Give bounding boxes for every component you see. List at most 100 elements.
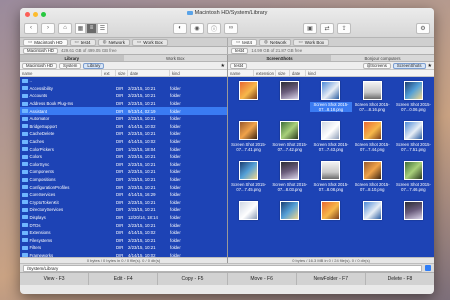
- right-pane-tab-screenshots[interactable]: ScreenShots: [228, 55, 331, 61]
- table-row[interactable]: BridgeSupport DIR 4/14/15, 10:02 folder: [20, 123, 227, 131]
- left-pane-tab-library[interactable]: Library: [20, 55, 124, 61]
- table-row[interactable]: CryptoTokenKit DIR 2/23/15, 10:21 folder: [20, 199, 227, 207]
- right-thumbnail-grid[interactable]: Screen Shot 2015-07...8.18.png Screen Sho…: [228, 77, 434, 257]
- connect-button[interactable]: ⇄: [320, 22, 334, 34]
- table-row[interactable]: ColorPickers DIR 1/22/15, 18:04 folder: [20, 145, 227, 153]
- thumbnail-item[interactable]: [228, 199, 269, 239]
- share-button[interactable]: ⇪: [337, 22, 351, 34]
- thumbnail-item[interactable]: [310, 199, 351, 239]
- thumbnail-item[interactable]: Screen Shot 2015-07...8.18.png: [310, 79, 352, 119]
- forward-button[interactable]: ›: [41, 22, 55, 34]
- col-name[interactable]: name: [20, 70, 102, 76]
- thumbnail-item[interactable]: Screen Shot 2015-07...7.46.png: [393, 159, 434, 199]
- toggle-hidden-button[interactable]: ◐: [173, 22, 187, 34]
- table-row[interactable]: CacheDelete DIR 2/23/15, 10:21 folder: [20, 130, 227, 138]
- column-view-button[interactable]: ☰: [97, 22, 108, 34]
- go-button[interactable]: [425, 265, 431, 271]
- home-button[interactable]: ⌂: [58, 22, 72, 34]
- thumbnail-item[interactable]: Screen Shot 2015-07...8.08.png: [310, 159, 351, 199]
- left-tab-test4[interactable]: ▭ test4: [69, 38, 96, 46]
- col-size[interactable]: size: [276, 70, 290, 76]
- command-line-input[interactable]: /System/Library: [23, 264, 422, 272]
- right-volume-selector[interactable]: test4: [231, 47, 249, 54]
- table-row[interactable]: Filters DIR 2/23/15, 10:21 folder: [20, 244, 227, 252]
- right-tab-work-box[interactable]: ▭ Work Box: [293, 38, 330, 46]
- thumbnail-item[interactable]: Screen Shot 2015-07...7.44.png: [352, 119, 393, 159]
- crumb-system[interactable]: System: [58, 62, 82, 69]
- left-file-list[interactable]: .. Accessibility DIR 2/23/15, 10:21 folder Ac…: [20, 77, 227, 257]
- col-kind[interactable]: kind: [306, 70, 324, 76]
- thumbnail-item[interactable]: Screen Shot 2015-07...7.51.png: [393, 119, 434, 159]
- col-ext[interactable]: ext: [102, 70, 116, 76]
- table-row[interactable]: Extensions DIR 4/14/15, 10:02 folder: [20, 229, 227, 237]
- thumbnail-item[interactable]: [393, 199, 434, 239]
- table-row[interactable]: Accounts DIR 2/23/15, 10:21 folder: [20, 92, 227, 100]
- new-folder-button[interactable]: NewFolder - F7: [297, 273, 366, 285]
- col-date[interactable]: date: [128, 70, 170, 76]
- right-tab-test4[interactable]: ▭ test4: [231, 38, 258, 46]
- thumbnail-item[interactable]: [269, 199, 310, 239]
- cell-date: 2/23/15, 10:21: [128, 101, 156, 107]
- table-row[interactable]: Components DIR 2/23/15, 10:21 folder: [20, 168, 227, 176]
- copy-button[interactable]: Copy - F5: [158, 273, 228, 285]
- thumbnail-item[interactable]: Screen Shot 2015-07...7.43.png: [310, 119, 351, 159]
- right-pane-tab-bonjour[interactable]: Bonjour computers: [331, 55, 434, 61]
- terminal-button[interactable]: ▣: [303, 22, 317, 34]
- table-row[interactable]: Compositions DIR 2/23/15, 10:21 folder: [20, 176, 227, 184]
- thumbnail-item[interactable]: Screen Shot 2015-07...7.42.png: [269, 119, 310, 159]
- thumbnail-item[interactable]: [228, 79, 269, 119]
- table-row[interactable]: Automator DIR 2/23/15, 10:21 folder: [20, 115, 227, 123]
- settings-button[interactable]: ⚙: [416, 22, 430, 34]
- left-tab-macintosh-hd[interactable]: ▭ Macintosh HD: [23, 38, 68, 46]
- binoculars-button[interactable]: ∞: [224, 22, 238, 34]
- table-row[interactable]: ColorSync DIR 2/23/15, 10:21 folder: [20, 161, 227, 169]
- col-date[interactable]: date: [290, 70, 306, 76]
- move-button[interactable]: Move - F6: [228, 273, 297, 285]
- table-row[interactable]: DirectoryServices DIR 2/23/15, 10:21 folder: [20, 206, 227, 214]
- table-row[interactable]: Colors DIR 2/23/15, 10:21 folder: [20, 153, 227, 161]
- star-icon[interactable]: ★: [221, 63, 225, 69]
- thumbnail-item[interactable]: Screen Shot 2015-07...7.45.png: [228, 159, 269, 199]
- table-row[interactable]: ConfigurationProfiles DIR 2/23/15, 10:21 fo…: [20, 183, 227, 191]
- left-volume-selector[interactable]: Macintosh HD: [23, 47, 58, 54]
- table-row[interactable]: Displays DIR 12/20/14, 18:14 folder: [20, 214, 227, 222]
- table-row[interactable]: ..: [20, 77, 227, 85]
- crumb-library[interactable]: Library: [83, 62, 105, 69]
- table-row[interactable]: Address Book Plug-Ins DIR 2/23/15, 10:21 fo…: [20, 100, 227, 108]
- col-size[interactable]: size: [116, 70, 128, 76]
- thumbnail-item[interactable]: Screen Shot 2015-07...8.03.png: [269, 159, 310, 199]
- table-row[interactable]: Caches DIR 4/14/15, 10:02 folder: [20, 138, 227, 146]
- delete-button[interactable]: Delete - F8: [366, 273, 434, 285]
- thumbnail-item[interactable]: [352, 199, 393, 239]
- crumb-test4[interactable]: test4: [230, 62, 248, 69]
- table-row[interactable]: Accessibility DIR 2/23/15, 10:21 folder: [20, 85, 227, 93]
- star-icon[interactable]: ★: [428, 63, 432, 69]
- thumbnail-item[interactable]: Screen Shot 2015-07....8.16.png: [352, 79, 393, 119]
- col-kind[interactable]: kind: [170, 70, 190, 76]
- table-row[interactable]: CoreServices DIR 4/14/15, 16:29 folder: [20, 191, 227, 199]
- crumb-screenshots[interactable]: ScreenShots: [392, 62, 426, 69]
- crumb-macintosh-hd[interactable]: Macintosh HD: [22, 62, 57, 69]
- edit-button[interactable]: Edit - F4: [89, 273, 159, 285]
- thumbnail-item[interactable]: Screen Shot 2015-07...7.41.png: [228, 119, 269, 159]
- info-button[interactable]: ⓘ: [207, 22, 221, 34]
- col-extension[interactable]: extension: [254, 70, 276, 76]
- left-tab-network[interactable]: ◍ Network: [97, 38, 131, 46]
- folder-icon: [22, 131, 28, 136]
- crumb-screens[interactable]: @Screens: [362, 62, 391, 69]
- table-row[interactable]: DTDs DIR 2/23/15, 10:21 folder: [20, 221, 227, 229]
- left-tab-work-box[interactable]: ▭ Work Box: [132, 38, 168, 46]
- icon-view-button[interactable]: ▦: [75, 22, 86, 34]
- thumbnail-item[interactable]: [269, 79, 310, 119]
- thumbnail-item[interactable]: Screen Shot 2015-07...8.10.png: [352, 159, 393, 199]
- table-row[interactable]: Assistant DIR 9/13/14, 02:19 folder: [20, 107, 227, 115]
- back-button[interactable]: ‹: [24, 22, 38, 34]
- right-tab-network[interactable]: ◍ Network: [259, 38, 292, 46]
- list-view-button[interactable]: ≡: [86, 22, 97, 34]
- thumbnail-item[interactable]: Screen Shot 2015-07...0.06.png: [393, 79, 434, 119]
- eye-button[interactable]: ◉: [190, 22, 204, 34]
- table-row[interactable]: Filesystems DIR 2/23/15, 10:21 folder: [20, 236, 227, 244]
- view-button[interactable]: View - F3: [20, 273, 90, 285]
- left-pane-tab-work-box[interactable]: Work Box: [124, 55, 228, 61]
- col-name[interactable]: name: [228, 70, 254, 76]
